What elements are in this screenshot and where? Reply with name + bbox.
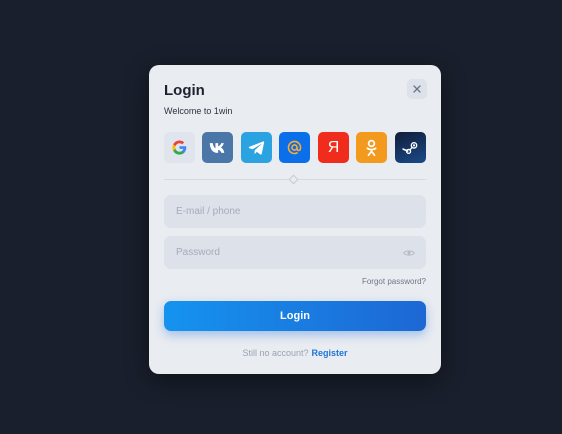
at-icon [287,140,302,155]
divider-diamond [288,174,299,185]
register-link[interactable]: Register [312,348,348,358]
mail-login-button[interactable] [279,132,310,163]
forgot-password-link[interactable]: Forgot password? [362,277,426,286]
modal-subtitle: Welcome to 1win [164,106,233,116]
modal-title: Login [164,82,205,99]
password-input[interactable] [164,236,426,269]
register-prompt: Still no account? Register [149,348,441,358]
login-button[interactable]: Login [164,301,426,331]
odnoklassniki-login-button[interactable] [356,132,387,163]
login-modal: Login Welcome to 1win Я E-mail / phone F… [149,65,441,374]
telegram-login-button[interactable] [241,132,272,163]
social-login-row: Я [164,132,426,163]
telegram-icon [248,141,265,155]
close-icon [413,85,421,93]
google-login-button[interactable] [164,132,195,163]
email-input[interactable] [164,195,426,228]
ok-icon [366,139,377,156]
vk-login-button[interactable] [202,132,233,163]
show-password-icon[interactable] [403,248,415,258]
no-account-text: Still no account? [242,348,309,358]
google-icon [172,140,187,155]
yandex-icon: Я [327,138,340,156]
yandex-login-button[interactable]: Я [318,132,349,163]
steam-icon [401,141,417,154]
close-button[interactable] [407,79,427,99]
divider [164,174,426,185]
vk-icon [209,142,224,153]
steam-login-button[interactable] [395,132,426,163]
